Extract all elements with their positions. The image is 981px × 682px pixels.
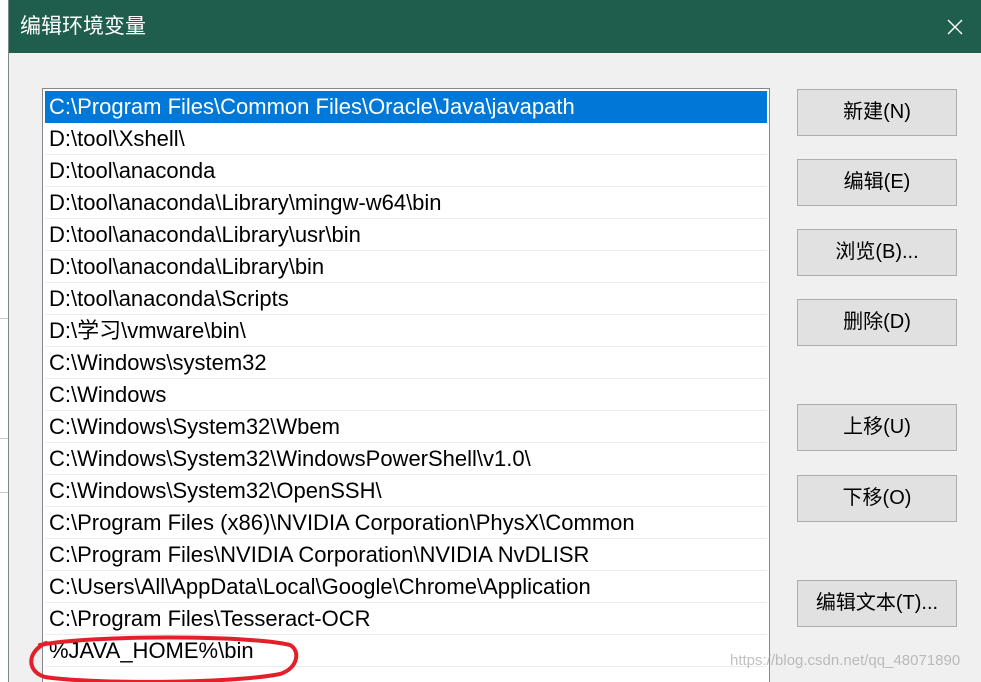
path-list-item[interactable]: C:\Program Files\Tesseract-OCR (45, 603, 767, 635)
path-list-item[interactable]: D:\tool\anaconda\Library\bin (45, 251, 767, 283)
path-list-item[interactable]: %JAVA_HOME%\bin (45, 635, 767, 667)
path-list-item[interactable]: C:\Windows\system32 (45, 347, 767, 379)
path-list-item[interactable]: C:\Program Files\NVIDIA Corporation\NVID… (45, 539, 767, 571)
path-list-item[interactable]: C:\Windows\System32\WindowsPowerShell\v1… (45, 443, 767, 475)
background-window (0, 0, 9, 682)
path-list-item[interactable]: C:\Program Files\Common Files\Oracle\Jav… (45, 91, 767, 123)
path-list-item[interactable]: D:\tool\Xshell\ (45, 123, 767, 155)
close-icon (947, 19, 963, 34)
path-list-item[interactable]: C:\Windows\System32\Wbem (45, 411, 767, 443)
move-down-button[interactable]: 下移(O) (797, 475, 957, 522)
edit-environment-variable-dialog: 编辑环境变量 C:\Program Files\Common Files\Ora… (9, 0, 981, 682)
edit-button[interactable]: 编辑(E) (797, 159, 957, 206)
delete-button[interactable]: 删除(D) (797, 299, 957, 346)
path-list-item[interactable]: C:\Program Files (x86)\NVIDIA Corporatio… (45, 507, 767, 539)
path-list-item[interactable]: C:\Windows\System32\OpenSSH\ (45, 475, 767, 507)
path-list-item[interactable]: C:\Windows (45, 379, 767, 411)
path-list-item[interactable]: D:\学习\vmware\bin\ (45, 315, 767, 347)
edit-text-button[interactable]: 编辑文本(T)... (797, 580, 957, 627)
browse-button[interactable]: 浏览(B)... (797, 229, 957, 276)
new-button[interactable]: 新建(N) (797, 89, 957, 136)
path-list-item[interactable]: D:\tool\anaconda\Library\mingw-w64\bin (45, 187, 767, 219)
watermark: https://blog.csdn.net/qq_48071890 (730, 652, 961, 669)
title-bar[interactable]: 编辑环境变量 (9, 0, 981, 53)
path-list-item[interactable]: C:\Users\All\AppData\Local\Google\Chrome… (45, 571, 767, 603)
window-title: 编辑环境变量 (20, 15, 146, 38)
path-list-item[interactable]: D:\tool\anaconda\Scripts (45, 283, 767, 315)
close-button[interactable] (929, 0, 981, 53)
path-list[interactable]: C:\Program Files\Common Files\Oracle\Jav… (42, 88, 770, 682)
move-up-button[interactable]: 上移(U) (797, 404, 957, 451)
path-list-item[interactable]: D:\tool\anaconda\Library\usr\bin (45, 219, 767, 251)
path-list-item[interactable]: D:\tool\anaconda (45, 155, 767, 187)
